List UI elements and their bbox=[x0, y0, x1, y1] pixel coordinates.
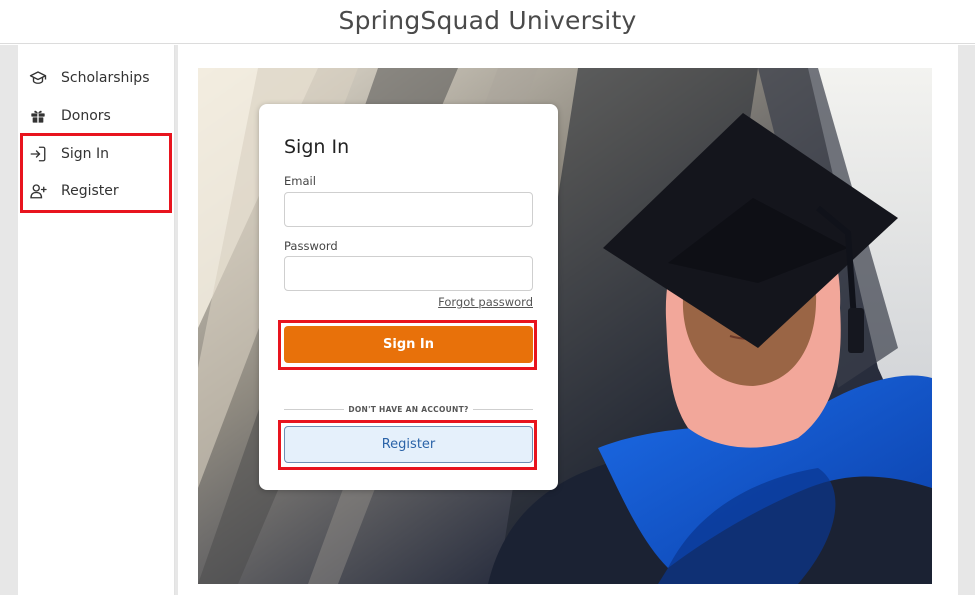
sidebar-item-label: Scholarships bbox=[61, 70, 150, 86]
sign-in-button[interactable]: Sign In bbox=[284, 326, 533, 363]
sign-in-icon bbox=[28, 144, 48, 164]
password-label: Password bbox=[284, 239, 338, 253]
graduation-cap-icon bbox=[28, 68, 48, 88]
sign-in-title: Sign In bbox=[284, 136, 350, 158]
sidebar-item-scholarships[interactable]: Scholarships bbox=[28, 63, 168, 93]
sidebar-item-label: Register bbox=[61, 183, 119, 199]
sign-in-card: Sign In Email Password Forgot password S… bbox=[259, 104, 558, 490]
user-plus-icon bbox=[28, 181, 48, 201]
no-account-divider-text: DON'T HAVE AN ACCOUNT? bbox=[348, 405, 469, 414]
sidebar-item-label: Sign In bbox=[61, 146, 109, 162]
email-field[interactable] bbox=[284, 192, 533, 227]
gift-icon bbox=[28, 106, 48, 126]
sidebar-item-donors[interactable]: Donors bbox=[28, 101, 168, 131]
password-field[interactable] bbox=[284, 256, 533, 291]
sidebar-item-register[interactable]: Register bbox=[28, 176, 168, 206]
email-label: Email bbox=[284, 174, 316, 188]
forgot-password-link[interactable]: Forgot password bbox=[438, 295, 533, 309]
register-button[interactable]: Register bbox=[284, 426, 533, 463]
app-header: SpringSquad University bbox=[0, 0, 975, 44]
page-title: SpringSquad University bbox=[338, 6, 637, 35]
sidebar: Scholarships Donors Sign In Register bbox=[18, 45, 175, 595]
sidebar-item-label: Donors bbox=[61, 108, 111, 124]
sidebar-item-sign-in[interactable]: Sign In bbox=[28, 139, 168, 169]
